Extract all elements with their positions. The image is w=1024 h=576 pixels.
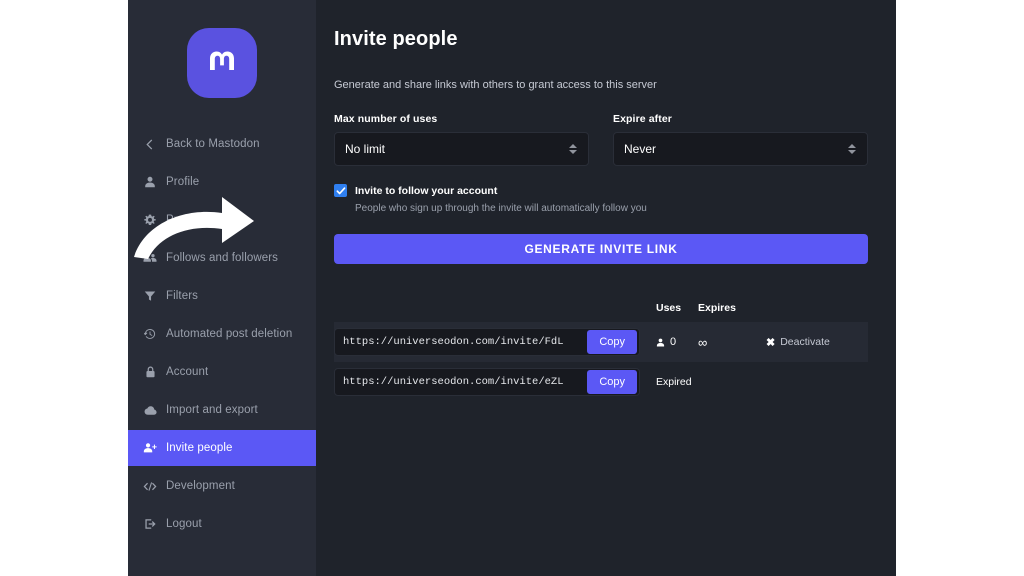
invite-link-cell: https://universeodon.com/invite/eZL Copy [334,368,656,396]
sidebar-item-label: Filters [166,290,199,302]
sidebar-item-label: Logout [166,518,202,530]
expires-cell: ∞ [698,334,708,350]
main-content: Invite people Generate and share links w… [134,0,896,576]
invite-link-url[interactable]: https://universeodon.com/invite/eZL [335,376,587,388]
sidebar-item-label: Import and export [166,404,258,416]
sidebar-item-profile[interactable]: Profile [128,164,316,200]
status-badge: Expired [656,376,692,388]
invite-follow-label: Invite to follow your account [355,184,498,197]
history-clock-icon [142,326,158,342]
expire-after-select[interactable]: Never [613,132,868,166]
expire-after-value: Never [624,142,657,156]
sidebar-item-back-to-mastodon[interactable]: Back to Mastodon [128,126,316,162]
max-uses-field: Max number of uses No limit [334,113,589,166]
invite-follow-checkbox[interactable] [334,184,347,197]
uses-cell: 0 [656,336,698,348]
close-icon: ✖ [766,336,776,349]
sidebar-item-label: Account [166,366,209,378]
funnel-icon [142,288,158,304]
max-uses-value: No limit [345,142,386,156]
table-header-row: Uses Expires [334,302,868,322]
sidebar-item-label: Development [166,480,235,492]
sign-out-icon [142,516,158,532]
invite-link-box: https://universeodon.com/invite/FdL Copy [334,328,640,356]
sidebar-item-label: Back to Mastodon [166,138,260,150]
page-title: Invite people [334,28,458,50]
code-brackets-icon [142,478,158,494]
lock-icon [142,364,158,380]
invite-options-row: Max number of uses No limit Expire after… [334,113,868,166]
copy-button[interactable]: Copy [587,370,637,394]
invite-follow-row: Invite to follow your account [334,184,868,197]
sidebar-item-invite-people[interactable]: Invite people [128,430,316,466]
deactivate-label: Deactivate [780,336,830,348]
cloud-icon [142,402,158,418]
sidebar-item-label: Profile [166,176,200,188]
header-expires: Expires [698,302,736,314]
page-description: Generate and share links with others to … [334,79,657,91]
sidebar-item-import-and-export[interactable]: Import and export [128,392,316,428]
sidebar-item-label: Automated post deletion [166,328,293,340]
chevron-updown-icon [568,141,578,157]
invite-links-table: Uses Expires https://universeodon.com/in… [334,302,868,402]
sidebar: Back to Mastodon Profile Preferences Fol… [128,0,316,576]
chevron-updown-icon [847,141,857,157]
expire-after-field: Expire after Never [613,113,868,166]
deactivate-action[interactable]: ✖ Deactivate [766,336,868,349]
sidebar-nav: Back to Mastodon Profile Preferences Fol… [128,126,316,544]
sidebar-item-automated-post-deletion[interactable]: Automated post deletion [128,316,316,352]
table-row: https://universeodon.com/invite/eZL Copy… [334,362,868,402]
sidebar-item-follows-and-followers[interactable]: Follows and followers [128,240,316,276]
sidebar-item-development[interactable]: Development [128,468,316,504]
person-icon [656,338,665,347]
generate-invite-link-button[interactable]: GENERATE INVITE LINK [334,234,868,264]
sidebar-item-logout[interactable]: Logout [128,506,316,542]
header-uses: Uses [656,302,682,314]
table-row: https://universeodon.com/invite/FdL Copy… [334,322,868,362]
sidebar-item-label: Invite people [166,442,233,454]
copy-button[interactable]: Copy [587,330,637,354]
sidebar-item-label: Follows and followers [166,252,279,264]
sidebar-item-account[interactable]: Account [128,354,316,390]
people-group-icon [142,250,158,266]
max-uses-select[interactable]: No limit [334,132,589,166]
max-uses-label: Max number of uses [334,113,438,125]
person-icon [142,174,158,190]
uses-count: 0 [670,336,677,348]
sidebar-item-preferences[interactable]: Preferences [128,202,316,238]
logo-container [128,0,316,126]
invite-link-url[interactable]: https://universeodon.com/invite/FdL [335,336,587,348]
sidebar-item-filters[interactable]: Filters [128,278,316,314]
chevron-left-icon [142,136,158,152]
person-plus-icon [142,440,158,456]
sidebar-item-label: Preferences [166,214,230,226]
invite-link-cell: https://universeodon.com/invite/FdL Copy [334,328,656,356]
invite-follow-hint: People who sign up through the invite wi… [355,203,647,214]
expire-after-label: Expire after [613,113,672,125]
invite-link-box: https://universeodon.com/invite/eZL Copy [334,368,640,396]
gear-icon [142,212,158,228]
mastodon-logo [187,28,257,98]
app-window: Back to Mastodon Profile Preferences Fol… [128,0,896,576]
